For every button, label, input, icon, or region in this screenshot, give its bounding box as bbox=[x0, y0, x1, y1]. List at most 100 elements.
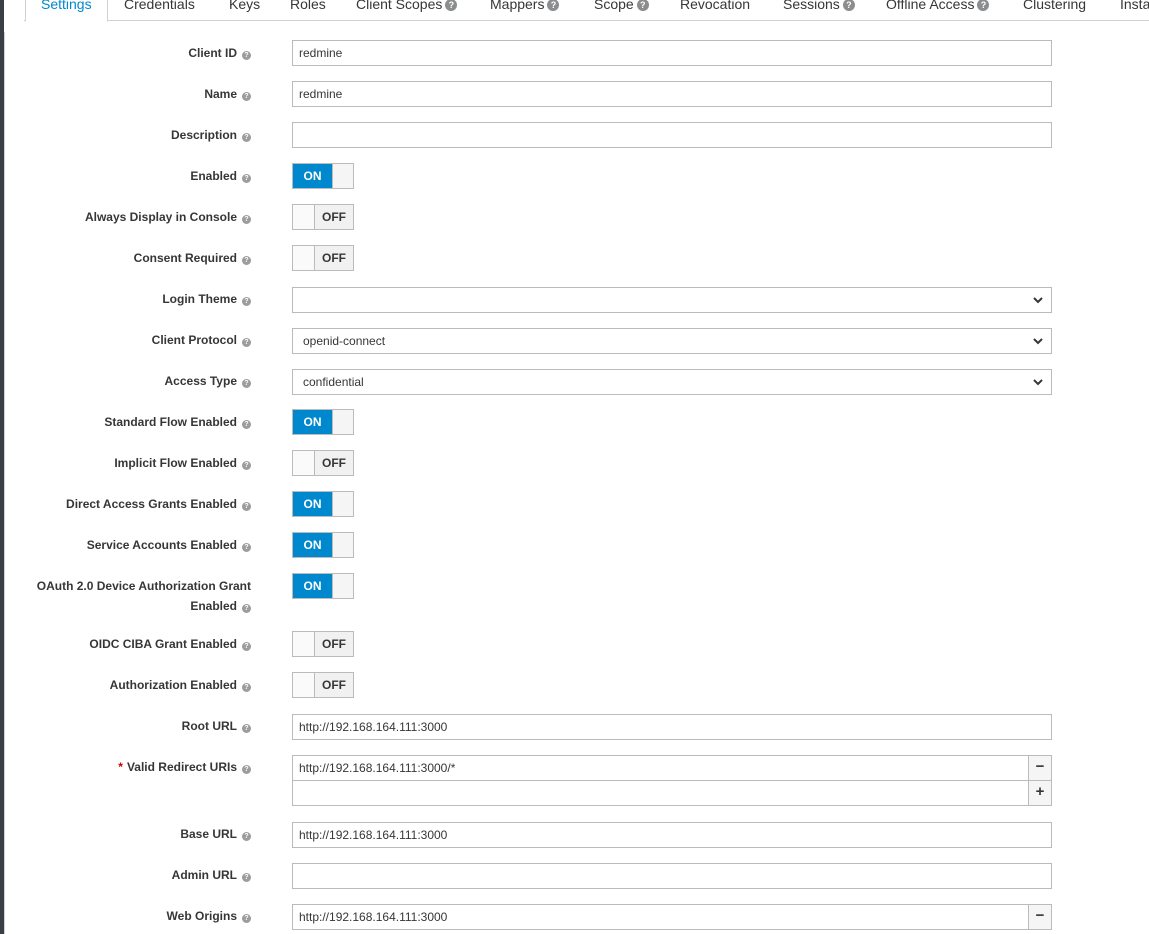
help-icon[interactable]: ? bbox=[242, 256, 251, 265]
name-input[interactable]: redmine bbox=[292, 81, 1052, 107]
service-accounts-label: Service Accounts Enabled? bbox=[87, 535, 251, 555]
toggle-knob bbox=[293, 205, 315, 229]
device-grant-toggle[interactable]: ON bbox=[292, 573, 354, 599]
help-icon[interactable]: ? bbox=[242, 914, 251, 923]
help-icon: ? bbox=[977, 0, 990, 12]
admin-url-label: Admin URL? bbox=[172, 865, 251, 885]
base-url-input[interactable]: http://192.168.164.111:3000 bbox=[292, 822, 1052, 848]
consent-required-label: Consent Required? bbox=[134, 248, 251, 268]
plus-icon: + bbox=[1035, 783, 1045, 800]
tab-settings[interactable]: Settings bbox=[25, 0, 108, 22]
client-protocol-label: Client Protocol? bbox=[152, 330, 251, 350]
help-icon[interactable]: ? bbox=[242, 502, 251, 511]
client-protocol-select[interactable]: openid-connect bbox=[292, 328, 1052, 354]
description-label: Description? bbox=[171, 125, 251, 145]
chevron-down-icon bbox=[1033, 297, 1043, 304]
web-origin-input[interactable]: http://192.168.164.111:3000 bbox=[292, 904, 1029, 930]
help-icon[interactable]: ? bbox=[242, 683, 251, 692]
help-icon[interactable]: ? bbox=[242, 379, 251, 388]
enabled-label: Enabled? bbox=[190, 166, 251, 186]
authorization-toggle[interactable]: OFF bbox=[292, 672, 354, 698]
tabs-border bbox=[24, 20, 1149, 21]
admin-url-input[interactable] bbox=[292, 863, 1052, 889]
consent-required-toggle[interactable]: OFF bbox=[292, 245, 354, 271]
implicit-flow-toggle[interactable]: OFF bbox=[292, 450, 354, 476]
minus-icon: − bbox=[1035, 758, 1045, 775]
tab-clustering[interactable]: Clustering bbox=[1023, 0, 1086, 20]
help-icon[interactable]: ? bbox=[242, 51, 251, 60]
toggle-knob bbox=[293, 632, 315, 656]
ciba-toggle[interactable]: OFF bbox=[292, 631, 354, 657]
help-icon[interactable]: ? bbox=[242, 420, 251, 429]
enabled-toggle[interactable]: ON bbox=[292, 163, 354, 189]
always-display-label: Always Display in Console? bbox=[85, 207, 251, 227]
device-grant-label-line2: Enabled? bbox=[190, 596, 251, 616]
direct-access-label: Direct Access Grants Enabled? bbox=[66, 494, 251, 514]
help-icon[interactable]: ? bbox=[242, 765, 251, 774]
access-type-label: Access Type? bbox=[165, 371, 251, 391]
help-icon[interactable]: ? bbox=[242, 543, 251, 552]
toggle-knob bbox=[332, 574, 353, 598]
authorization-label: Authorization Enabled? bbox=[110, 675, 251, 695]
root-url-input[interactable]: http://192.168.164.111:3000 bbox=[292, 714, 1052, 740]
help-icon[interactable]: ? bbox=[242, 873, 251, 882]
direct-access-toggle[interactable]: ON bbox=[292, 491, 354, 517]
tab-offline-access[interactable]: Offline Access? bbox=[886, 0, 990, 20]
web-origins-label: Web Origins? bbox=[167, 906, 251, 926]
new-redirect-uri-input[interactable] bbox=[292, 780, 1029, 806]
required-marker: * bbox=[118, 760, 123, 774]
redirect-uris-label: * Valid Redirect URIs? bbox=[118, 757, 251, 777]
toggle-knob bbox=[332, 533, 353, 557]
tab-roles[interactable]: Roles bbox=[290, 0, 326, 20]
help-icon: ? bbox=[445, 0, 458, 12]
help-icon: ? bbox=[547, 0, 560, 12]
tab-client-scopes[interactable]: Client Scopes? bbox=[356, 0, 458, 20]
toggle-knob bbox=[293, 246, 315, 270]
toggle-knob bbox=[332, 410, 353, 434]
help-icon[interactable]: ? bbox=[242, 642, 251, 651]
access-type-select[interactable]: confidential bbox=[292, 369, 1052, 395]
always-display-toggle[interactable]: OFF bbox=[292, 204, 354, 230]
help-icon[interactable]: ? bbox=[242, 604, 251, 613]
client-id-input[interactable]: redmine bbox=[292, 40, 1052, 66]
toggle-knob bbox=[293, 673, 315, 697]
help-icon[interactable]: ? bbox=[242, 215, 251, 224]
description-input[interactable] bbox=[292, 122, 1052, 148]
tab-revocation[interactable]: Revocation bbox=[680, 0, 750, 20]
base-url-label: Base URL? bbox=[180, 824, 251, 844]
help-icon[interactable]: ? bbox=[242, 832, 251, 841]
ciba-label: OIDC CIBA Grant Enabled? bbox=[89, 634, 251, 654]
redirect-uri-input[interactable]: http://192.168.164.111:3000/* bbox=[292, 755, 1029, 781]
help-icon[interactable]: ? bbox=[242, 338, 251, 347]
device-grant-label-line1: OAuth 2.0 Device Authorization Grant bbox=[36, 579, 251, 593]
help-icon[interactable]: ? bbox=[242, 724, 251, 733]
chevron-down-icon bbox=[1033, 338, 1043, 345]
tab-scope[interactable]: Scope? bbox=[594, 0, 649, 20]
client-id-label: Client ID? bbox=[188, 43, 251, 63]
toggle-knob bbox=[332, 164, 353, 188]
name-label: Name? bbox=[204, 84, 251, 104]
tab-sessions[interactable]: Sessions? bbox=[783, 0, 855, 20]
toggle-knob bbox=[332, 492, 353, 516]
standard-flow-toggle[interactable]: ON bbox=[292, 409, 354, 435]
help-icon: ? bbox=[636, 0, 649, 12]
help-icon[interactable]: ? bbox=[242, 297, 251, 306]
help-icon[interactable]: ? bbox=[242, 461, 251, 470]
tab-mappers[interactable]: Mappers? bbox=[490, 0, 560, 20]
content-divider bbox=[4, 32, 5, 934]
help-icon: ? bbox=[842, 0, 855, 12]
tab-credentials[interactable]: Credentials bbox=[124, 0, 195, 20]
service-accounts-toggle[interactable]: ON bbox=[292, 532, 354, 558]
add-redirect-uri-button[interactable]: + bbox=[1028, 780, 1052, 806]
remove-web-origin-button[interactable]: − bbox=[1028, 904, 1052, 930]
remove-redirect-uri-button[interactable]: − bbox=[1028, 755, 1052, 781]
help-icon[interactable]: ? bbox=[242, 174, 251, 183]
login-theme-select[interactable] bbox=[292, 287, 1052, 313]
implicit-flow-label: Implicit Flow Enabled? bbox=[114, 453, 251, 473]
tab-keys[interactable]: Keys bbox=[229, 0, 260, 20]
tab-installation[interactable]: Installation bbox=[1120, 0, 1149, 20]
root-url-label: Root URL? bbox=[182, 716, 251, 736]
toggle-knob bbox=[293, 451, 315, 475]
help-icon[interactable]: ? bbox=[242, 133, 251, 142]
help-icon[interactable]: ? bbox=[242, 92, 251, 101]
